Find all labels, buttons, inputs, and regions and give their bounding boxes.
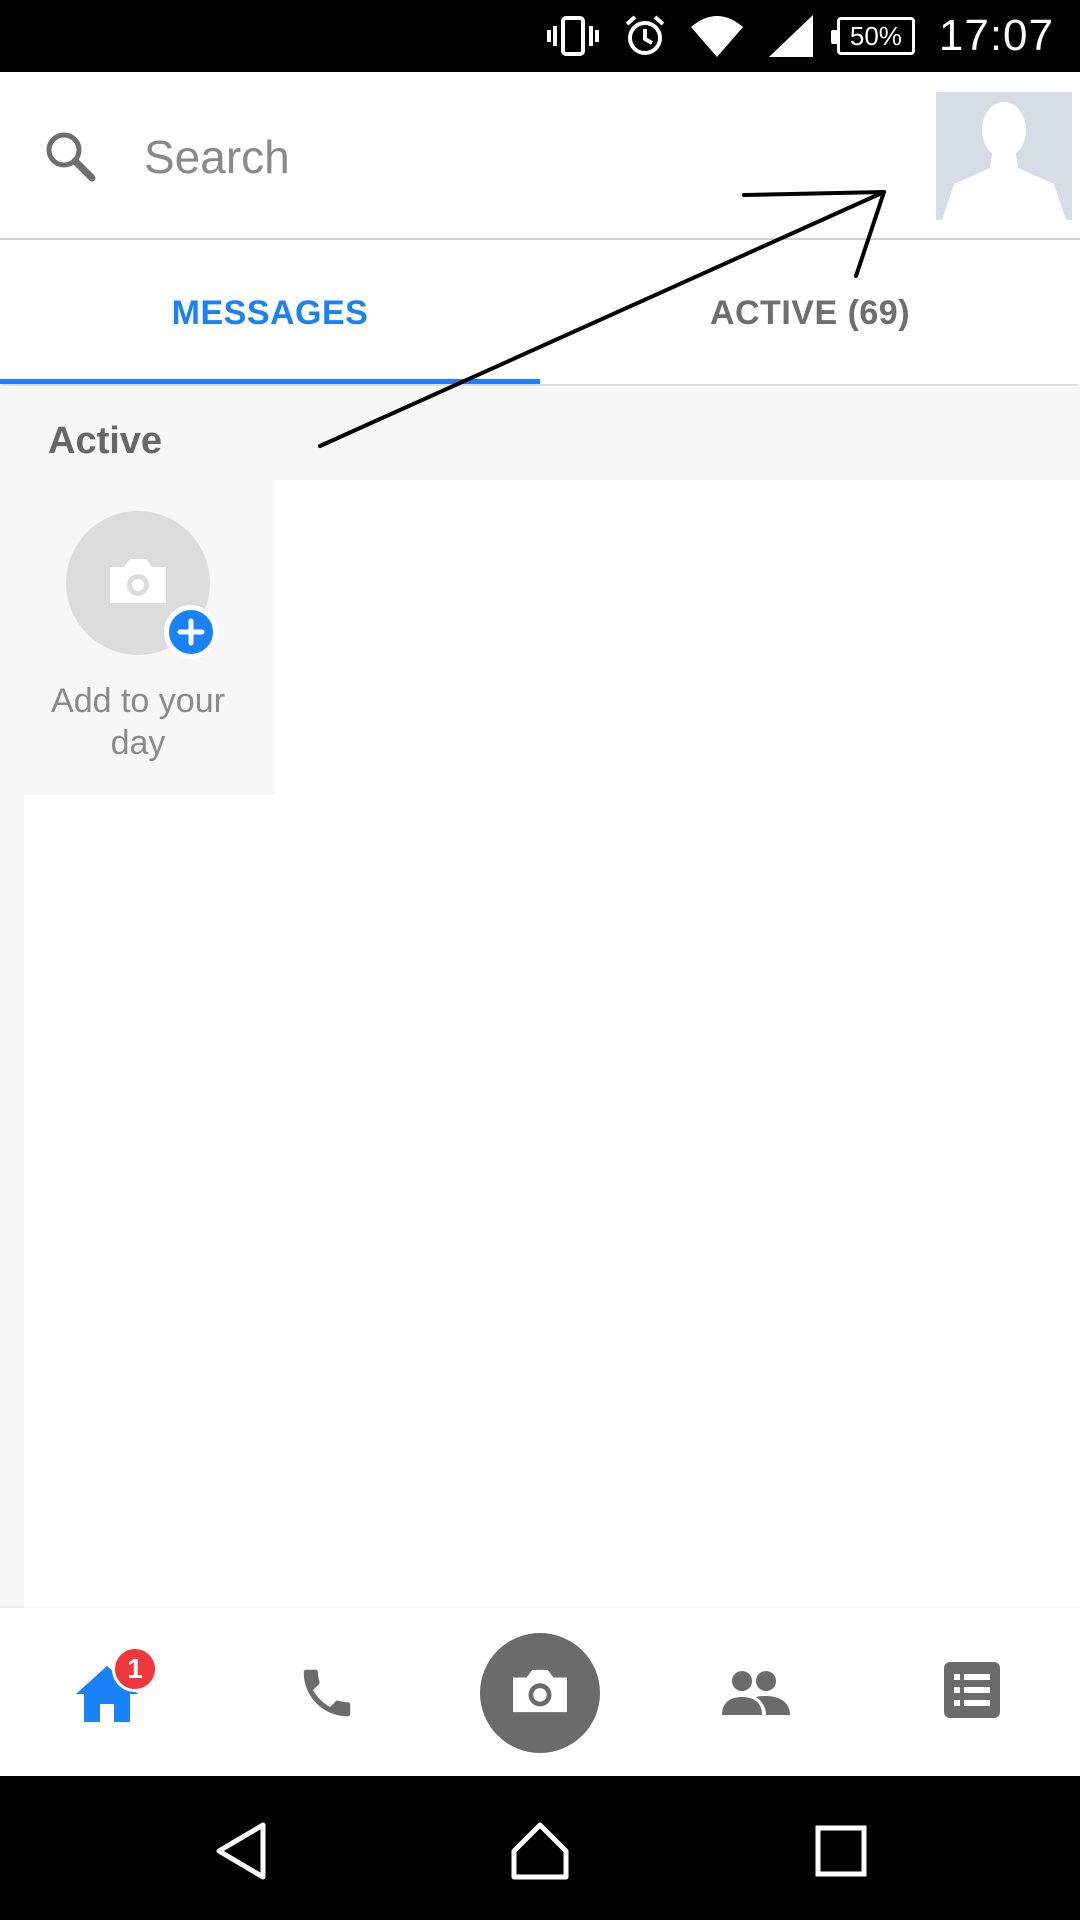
alarm-icon [623,14,667,58]
messenger-screen: 50% 17:07 MESSAGES ACTIVE (69) Active [0,0,1080,1920]
home-icon[interactable] [505,1816,575,1886]
tab-active[interactable]: ACTIVE (69) [540,242,1080,384]
nav-people[interactable] [720,1660,792,1730]
tab-messages[interactable]: MESSAGES [0,242,540,384]
active-strip-edge [0,795,24,1608]
camera-icon [509,1666,571,1721]
bottom-nav: 1 [0,1608,1080,1776]
people-icon [720,1669,792,1722]
nav-calls[interactable] [292,1660,362,1730]
search-icon[interactable] [42,128,98,184]
plus-icon [164,605,218,659]
profile-avatar[interactable] [936,92,1072,220]
back-icon[interactable] [206,1816,276,1886]
home-badge: 1 [112,1646,158,1692]
recents-icon[interactable] [806,1816,876,1886]
phone-icon [296,1662,358,1729]
signal-icon [767,13,815,59]
battery-percent: 50% [830,17,915,55]
search-input[interactable] [144,122,844,192]
camera-icon [106,555,170,612]
wifi-icon [689,13,745,59]
status-time: 17:07 [938,11,1054,60]
discover-list-icon [944,1661,1000,1723]
vibrate-icon [545,14,601,58]
tab-bar: MESSAGES ACTIVE (69) [0,242,1080,384]
add-to-day-button[interactable] [66,511,218,659]
status-bar: 50% 17:07 [0,0,1080,72]
battery-icon: 50% [830,17,915,55]
nav-camera-button[interactable] [480,1633,600,1753]
system-nav-bar [0,1776,1080,1920]
active-section-title: Active [48,420,163,462]
nav-discover[interactable] [942,1661,1002,1723]
search-bar [0,72,1080,240]
add-to-day-label: Add to your day [51,682,225,762]
